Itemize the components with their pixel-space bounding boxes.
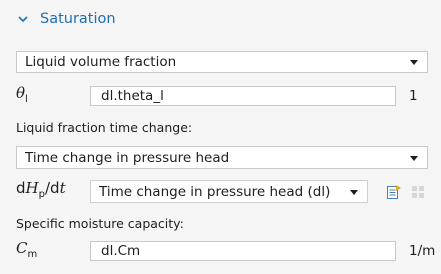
cm-input[interactable]: dl.Cm — [90, 241, 396, 261]
create-variable-button[interactable] — [407, 181, 429, 203]
saturation-model-value: Liquid volume fraction — [25, 54, 177, 70]
theta-l-input[interactable]: dl.theta_l — [90, 86, 396, 106]
time-change-value: Time change in pressure head — [25, 149, 230, 166]
theta-symbol: θl — [16, 84, 28, 105]
section-header-saturation[interactable]: Saturation — [16, 8, 116, 30]
dropdown-arrow-icon — [350, 189, 358, 195]
specific-moisture-capacity-label: Specific moisture capacity: — [16, 216, 184, 231]
create-variable-icon — [412, 186, 424, 198]
dhp-dt-select[interactable]: Time change in pressure head (dl) — [90, 180, 368, 203]
cm-unit: 1/m — [409, 243, 436, 259]
go-to-source-icon — [387, 185, 401, 199]
dhp-dt-symbol: dHp/dt — [16, 179, 66, 200]
theta-unit: 1 — [409, 88, 418, 104]
saturation-model-select[interactable]: Liquid volume fraction — [16, 51, 428, 73]
cm-value: dl.Cm — [101, 243, 141, 259]
dropdown-arrow-icon — [410, 155, 418, 161]
chevron-down-icon — [18, 16, 28, 23]
go-to-source-button[interactable] — [383, 181, 405, 203]
dhp-dt-value: Time change in pressure head (dl) — [99, 183, 331, 200]
liquid-fraction-time-change-label: Liquid fraction time change: — [16, 120, 193, 135]
cm-symbol: Cm — [16, 239, 38, 260]
section-title: Saturation — [40, 11, 116, 27]
time-change-select[interactable]: Time change in pressure head — [16, 146, 428, 169]
theta-l-value: dl.theta_l — [101, 88, 164, 104]
dropdown-arrow-icon — [410, 60, 418, 65]
